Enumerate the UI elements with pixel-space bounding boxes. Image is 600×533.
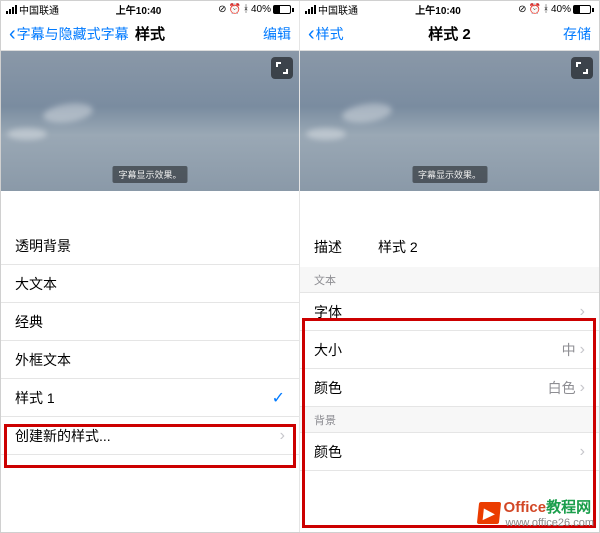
rotation-lock-icon: ⊘ bbox=[518, 4, 526, 15]
battery-pct: 40% bbox=[251, 4, 271, 15]
style-label: 经典 bbox=[15, 312, 43, 332]
describe-value[interactable]: 样式 2 bbox=[378, 237, 418, 257]
carrier-label: 中国联通 bbox=[318, 2, 358, 17]
chevron-right-icon: › bbox=[580, 341, 585, 359]
row-label: 字体 bbox=[314, 302, 342, 322]
expand-button[interactable] bbox=[571, 57, 593, 79]
carrier-label: 中国联通 bbox=[19, 2, 59, 17]
style-label: 透明背景 bbox=[15, 236, 71, 256]
chevron-left-icon: ‹ bbox=[9, 24, 16, 44]
back-label: 字幕与隐藏式字幕 bbox=[17, 24, 129, 44]
chevron-right-icon: › bbox=[280, 427, 285, 445]
status-bar: 中国联通 上午10:40 ⊘ ⏰ ᚼ 40% bbox=[1, 1, 299, 17]
row-label: 颜色 bbox=[314, 442, 342, 462]
style-option[interactable]: 大文本 bbox=[1, 265, 299, 303]
battery-icon bbox=[273, 5, 294, 14]
chevron-right-icon: › bbox=[580, 379, 585, 397]
rotation-lock-icon: ⊘ bbox=[218, 4, 226, 15]
describe-row[interactable]: 描述 样式 2 bbox=[300, 227, 599, 267]
create-new-style[interactable]: 创建新的样式... › bbox=[1, 417, 299, 455]
watermark-brand2: 教程网 bbox=[546, 499, 591, 516]
expand-icon bbox=[576, 62, 588, 74]
office-logo-icon: ▶ bbox=[476, 502, 500, 524]
style-label: 样式 1 bbox=[15, 388, 55, 408]
edit-button[interactable]: 编辑 bbox=[263, 24, 291, 44]
right-screen: 中国联通 上午10:40 ⊘ ⏰ ᚼ 40% ‹ 样式 样式 2 存储 bbox=[300, 1, 599, 532]
section-header-text: 文本 bbox=[300, 267, 599, 293]
style-option[interactable]: 透明背景 bbox=[1, 227, 299, 265]
row-value: 白色 bbox=[548, 378, 576, 398]
style-option[interactable]: 经典 bbox=[1, 303, 299, 341]
status-time: 上午10:40 bbox=[116, 2, 162, 17]
back-button[interactable]: ‹ 样式 bbox=[308, 24, 344, 44]
chevron-left-icon: ‹ bbox=[308, 24, 315, 44]
signal-icon bbox=[6, 5, 17, 14]
expand-icon bbox=[276, 62, 288, 74]
checkmark-icon: ✓ bbox=[272, 388, 285, 408]
nav-bar: ‹ 字幕与隐藏式字幕 样式 编辑 bbox=[1, 17, 299, 51]
caption-preview: 字幕显示效果。 bbox=[300, 51, 599, 191]
style-label: 大文本 bbox=[15, 274, 57, 294]
status-bar: 中国联通 上午10:40 ⊘ ⏰ ᚼ 40% bbox=[300, 1, 599, 17]
row-label: 颜色 bbox=[314, 378, 342, 398]
section-header-bg: 背景 bbox=[300, 407, 599, 433]
alarm-icon: ⏰ bbox=[229, 4, 241, 15]
style-list: 透明背景 大文本 经典 外框文本 样式 1 ✓ 创建新的样式... › bbox=[1, 227, 299, 532]
left-screen: 中国联通 上午10:40 ⊘ ⏰ ᚼ 40% ‹ 字幕与隐藏式字幕 样式 编辑 bbox=[1, 1, 300, 532]
font-row[interactable]: 字体 › bbox=[300, 293, 599, 331]
describe-label: 描述 bbox=[314, 237, 342, 257]
bg-color-row[interactable]: 颜色 › bbox=[300, 433, 599, 471]
back-label: 样式 bbox=[316, 24, 344, 44]
watermark: ▶ Office教程网 www.office26.com bbox=[478, 496, 594, 529]
chevron-right-icon: › bbox=[580, 443, 585, 461]
caption-sample-text: 字幕显示效果。 bbox=[112, 166, 187, 183]
back-button[interactable]: ‹ 字幕与隐藏式字幕 bbox=[9, 24, 129, 44]
watermark-brand1: Office bbox=[504, 499, 547, 516]
size-row[interactable]: 大小 中 › bbox=[300, 331, 599, 369]
signal-icon bbox=[305, 5, 316, 14]
battery-pct: 40% bbox=[551, 4, 571, 15]
expand-button[interactable] bbox=[271, 57, 293, 79]
nav-title: 样式 bbox=[135, 23, 165, 44]
bluetooth-icon: ᚼ bbox=[243, 4, 249, 15]
row-value: 中 bbox=[562, 340, 576, 360]
alarm-icon: ⏰ bbox=[529, 4, 541, 15]
caption-preview: 字幕显示效果。 bbox=[1, 51, 299, 191]
chevron-right-icon: › bbox=[580, 303, 585, 321]
nav-title: 样式 2 bbox=[428, 23, 471, 44]
save-button[interactable]: 存储 bbox=[563, 24, 591, 44]
style-option[interactable]: 外框文本 bbox=[1, 341, 299, 379]
color-row[interactable]: 颜色 白色 › bbox=[300, 369, 599, 407]
style-label: 外框文本 bbox=[15, 350, 71, 370]
watermark-url: www.office26.com bbox=[506, 517, 594, 529]
battery-icon bbox=[573, 5, 594, 14]
bluetooth-icon: ᚼ bbox=[543, 4, 549, 15]
style-option[interactable]: 样式 1 ✓ bbox=[1, 379, 299, 417]
nav-bar: ‹ 样式 样式 2 存储 bbox=[300, 17, 599, 51]
status-time: 上午10:40 bbox=[415, 2, 461, 17]
caption-sample-text: 字幕显示效果。 bbox=[412, 166, 487, 183]
create-new-label: 创建新的样式... bbox=[15, 426, 111, 446]
row-label: 大小 bbox=[314, 340, 342, 360]
